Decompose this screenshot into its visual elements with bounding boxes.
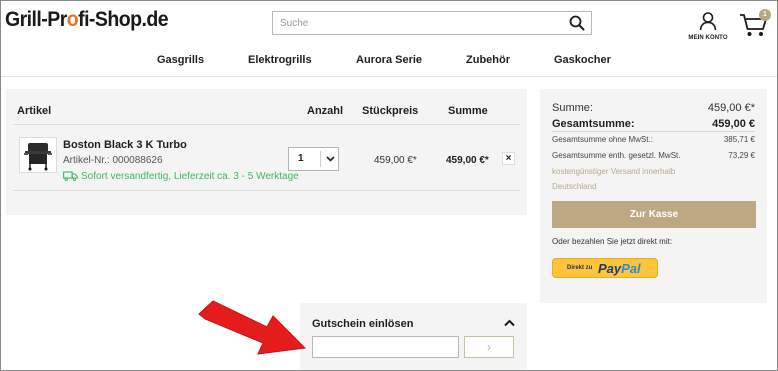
paypal-logo-pay: Pay (598, 261, 622, 276)
logo-text-end: fi-Shop.de (78, 8, 169, 31)
chevron-up-icon[interactable] (504, 319, 515, 327)
product-name-link[interactable]: Boston Black 3 K Turbo (63, 139, 187, 151)
search-input[interactable] (273, 12, 553, 34)
chevron-down-icon (326, 156, 335, 162)
summary-sum-value: 459,00 €* (707, 102, 755, 114)
quantity-select[interactable]: 1 (288, 147, 339, 171)
paypal-logo: PayPal (598, 261, 641, 276)
nav-item-gaskocher[interactable]: Gaskocher (554, 54, 611, 66)
voucher-title: Gutschein einlösen (312, 318, 414, 330)
summary-total-value: 459,00 € (712, 118, 755, 130)
voucher-panel: Gutschein einlösen › (300, 303, 527, 370)
summary-net-value: 385,71 € (723, 135, 755, 144)
shipping-note-line2: Deutschland (552, 182, 597, 191)
unit-price: 459,00 €* (374, 155, 417, 166)
summary-vat-row: Gesamtsumme enth. gesetzl. MwSt. 73,29 € (552, 151, 755, 160)
paypal-button[interactable]: Direkt zu PayPal (552, 258, 658, 278)
summary-vat-label: Gesamtsumme enth. gesetzl. MwSt. (552, 151, 681, 160)
summary-total-row: Gesamtsumme: 459,00 € (552, 118, 755, 130)
table-divider-bottom (13, 190, 520, 191)
summary-net-label: Gesamtsumme ohne MwSt.: (552, 135, 653, 144)
header-article: Artikel (17, 105, 52, 117)
grill-product-image (24, 143, 52, 171)
delivery-truck-icon (63, 171, 78, 182)
voucher-code-input[interactable] (312, 336, 459, 358)
cart-table: Artikel Anzahl Stückpreis Summe Boston B… (6, 89, 527, 215)
summary-sum-row: Summe: 459,00 €* (552, 102, 755, 114)
magnifier-icon[interactable] (569, 15, 585, 31)
table-divider (13, 124, 520, 125)
header-total: Summe (448, 105, 488, 117)
header-unit-price: Stückpreis (362, 105, 419, 117)
nav-item-aurora-serie[interactable]: Aurora Serie (356, 54, 422, 66)
shipping-note-line1: kostengünstiger Versand innerhalb (552, 167, 676, 176)
paypal-prefix: Direkt zu (567, 265, 593, 271)
cart-count-badge: 1 (759, 9, 771, 21)
nav-divider (1, 76, 777, 77)
summary-divider (552, 131, 755, 132)
checkout-button[interactable]: Zur Kasse (552, 201, 756, 228)
search-bar (272, 11, 592, 35)
logo-flame-letter: o (66, 8, 79, 31)
nav-item-elektrogrills[interactable]: Elektrogrills (248, 54, 312, 66)
account-link[interactable]: MEIN KONTO (687, 11, 729, 41)
shipping-status-text: Sofort versandfertig, Lieferzeit ca. 3 -… (81, 171, 299, 182)
voucher-submit-button[interactable]: › (464, 336, 514, 358)
shop-logo[interactable]: Grill-Profi-Shop.de (5, 8, 169, 32)
main-navigation: Gasgrills Elektrogrills Aurora Serie Zub… (1, 54, 777, 68)
remove-item-button[interactable]: × (502, 152, 515, 165)
cart-button[interactable]: 1 (739, 9, 773, 39)
paypal-logo-pal: Pal (621, 261, 641, 276)
account-label: MEIN KONTO (688, 35, 728, 41)
summary-sum-label: Summe: (552, 102, 593, 114)
nav-item-gasgrills[interactable]: Gasgrills (157, 54, 204, 66)
summary-net-row: Gesamtsumme ohne MwSt.: 385,71 € (552, 135, 755, 144)
red-arrow-annotation (198, 300, 307, 355)
shipping-status: Sofort versandfertig, Lieferzeit ca. 3 -… (63, 171, 299, 182)
product-article-number: Artikel-Nr.: 000088626 (63, 155, 163, 166)
logo-text-start: Grill-Pr (5, 8, 67, 31)
nav-item-zubehoer[interactable]: Zubehör (466, 54, 510, 66)
summary-vat-value: 73,29 € (728, 151, 755, 160)
page-frame: Grill-Profi-Shop.de MEIN KONTO 1 Gasgril… (0, 0, 778, 371)
order-summary: Summe: 459,00 €* Gesamtsumme: 459,00 € G… (540, 89, 767, 303)
summary-total-label: Gesamtsumme: (552, 118, 635, 130)
quantity-separator (320, 151, 321, 167)
header-quantity: Anzahl (307, 105, 344, 117)
pay-direct-text: Oder bezahlen Sie jetzt direkt mit: (552, 237, 673, 246)
line-total: 459,00 €* (446, 155, 489, 166)
product-thumbnail[interactable] (19, 137, 57, 173)
user-icon (699, 12, 717, 31)
quantity-value: 1 (298, 153, 304, 164)
